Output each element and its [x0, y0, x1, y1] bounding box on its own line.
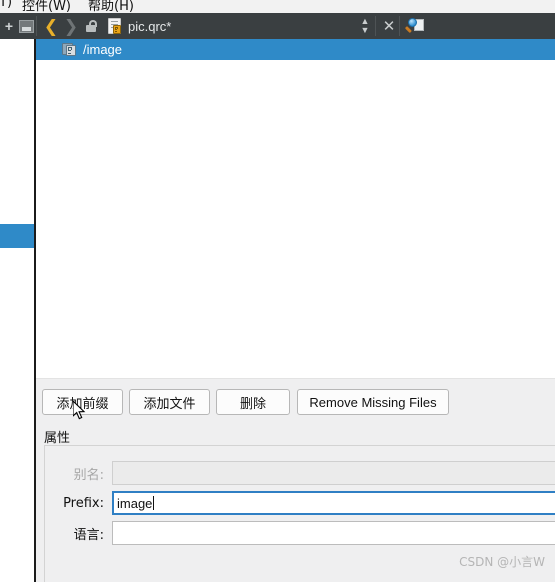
editor-toolbar: + ❮ ❯ pic.qrc* ▲ ▼ ✕: [0, 13, 555, 39]
menu-bar: (T) 控件(W) 帮助(H): [0, 0, 555, 14]
add-prefix-button[interactable]: 添加前缀: [42, 389, 123, 415]
watermark-text: CSDN @小言W: [459, 555, 545, 569]
tree-item-label: /image: [83, 42, 123, 57]
menu-item-widgets[interactable]: 控件(W): [22, 0, 71, 13]
add-files-button[interactable]: 添加文件: [129, 389, 210, 415]
table-row[interactable]: /image: [36, 39, 555, 60]
remove-missing-files-button[interactable]: Remove Missing Files: [297, 389, 449, 415]
resource-prefix-icon: [62, 42, 77, 57]
menu-item-help[interactable]: 帮助(H): [88, 0, 134, 13]
prefix-field[interactable]: image: [112, 491, 555, 515]
toolbar-separator-3: [399, 16, 400, 36]
unlock-icon[interactable]: [82, 13, 100, 39]
prefix-field-value: image: [117, 495, 153, 511]
sidebar-selection-highlight[interactable]: [0, 224, 34, 248]
alias-field[interactable]: [112, 461, 555, 485]
plus-icon[interactable]: +: [2, 13, 16, 39]
remove-button[interactable]: 删除: [216, 389, 290, 415]
close-icon[interactable]: ✕: [380, 13, 398, 39]
prefix-label: Prefix:: [63, 495, 104, 511]
resource-editor-pane: /image 添加前缀 添加文件 删除 Remove Missing Files…: [36, 39, 555, 582]
open-file-name: pic.qrc*: [128, 18, 172, 34]
back-arrow-icon[interactable]: ❮: [42, 13, 60, 39]
alias-label: 别名:: [73, 467, 104, 483]
toolbar-separator-1: [36, 16, 37, 36]
resource-tree[interactable]: /image: [36, 39, 555, 377]
language-field[interactable]: [112, 521, 555, 545]
left-sidebar-column: [0, 39, 34, 582]
qrc-file-icon: [104, 13, 124, 39]
panel-icon[interactable]: [16, 13, 36, 39]
forward-arrow-icon[interactable]: ❯: [62, 13, 80, 39]
language-row: 语言:: [46, 521, 555, 545]
toolbar-separator-2: [375, 16, 376, 36]
alias-row: 别名:: [46, 461, 555, 485]
menu-item-tools[interactable]: (T): [0, 0, 12, 10]
qt-resource-editor-window: (T) 控件(W) 帮助(H) + ❮ ❯ pic.qrc* ▲▼ ✕: [0, 0, 555, 582]
properties-panel: 添加前缀 添加文件 删除 Remove Missing Files 属性 别名:…: [36, 379, 555, 582]
split-vertical-icon[interactable]: ▲ ▼: [356, 13, 374, 39]
language-label: 语言:: [73, 527, 104, 543]
magnifier-document-icon[interactable]: [404, 13, 426, 39]
prefix-row: Prefix: image: [46, 491, 555, 515]
properties-caption: 属性: [44, 431, 71, 446]
text-caret: [153, 496, 155, 510]
action-button-row: 添加前缀 添加文件 删除 Remove Missing Files: [36, 389, 555, 415]
